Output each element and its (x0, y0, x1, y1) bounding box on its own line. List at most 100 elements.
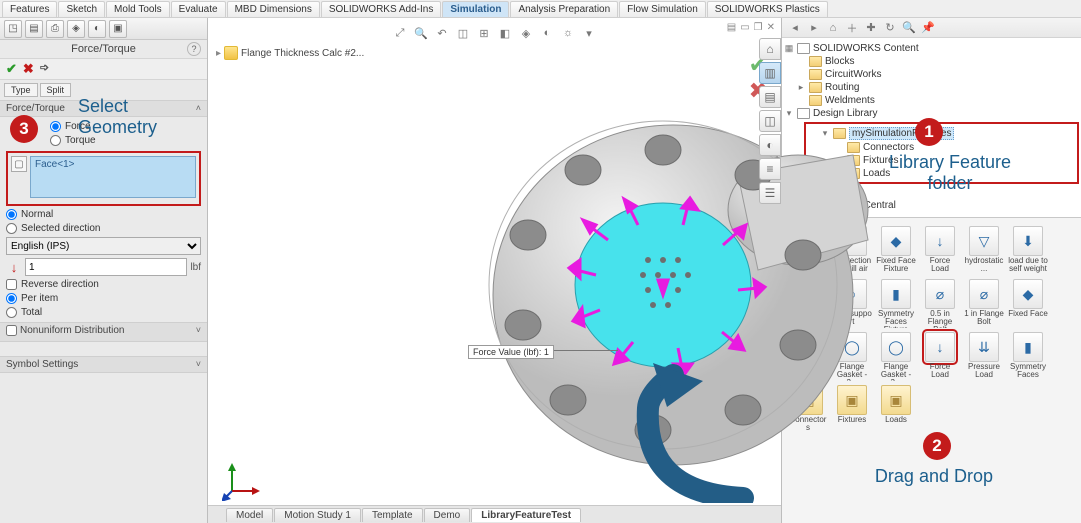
pm-tab-feature-icon[interactable]: ◳ (4, 20, 22, 38)
appearance-icon[interactable]: ◐ (538, 24, 556, 42)
lib-item-hydrostatic-[interactable]: ▽hydrostatic... (964, 226, 1004, 275)
tree-node-solidworks-content[interactable]: ▦SOLIDWORKS Content (784, 42, 1079, 55)
tab-simulation[interactable]: Simulation (442, 1, 509, 17)
graphics-viewport[interactable]: ▤ ▭ ❐ ✕ ⤢ 🔍 ↶ ◫ ⊞ ◧ ◈ ◐ ☼ ▾ ▸ Flange Thi… (208, 0, 781, 523)
tab-mold-tools[interactable]: Mold Tools (106, 1, 170, 17)
sidetab-view-palette-icon[interactable]: ◫ (759, 110, 781, 132)
hide-show-icon[interactable]: ◈ (517, 24, 535, 42)
zoom-area-icon[interactable]: 🔍 (412, 24, 430, 42)
sidetab-forum-icon[interactable]: ☰ (759, 182, 781, 204)
annotation-text-1: Library Feature folder (889, 152, 1011, 193)
bottom-tab-motion-study-1[interactable]: Motion Study 1 (274, 508, 361, 522)
sidetab-resources-icon[interactable]: ⌂ (759, 38, 781, 60)
tab-features[interactable]: Features (2, 1, 57, 17)
lib-item-force-load[interactable]: ↓Force Load (920, 226, 960, 275)
units-row: English (IPS) (6, 237, 201, 255)
help-icon[interactable]: ? (187, 42, 201, 56)
view-triad-icon[interactable] (222, 461, 262, 501)
breadcrumb[interactable]: ▸ Flange Thickness Calc #2... (216, 46, 364, 60)
lib-item-force-load[interactable]: ↓Force Load (920, 332, 960, 381)
pm-tab-appearance-icon[interactable]: ◐ (88, 20, 106, 38)
per-item-radio[interactable]: Per item (6, 293, 201, 304)
part-icon (224, 46, 238, 60)
zoom-fit-icon[interactable]: ⤢ (391, 24, 409, 42)
label-leader (548, 350, 618, 351)
pushpin-icon[interactable]: ➩ (40, 61, 49, 77)
annotation-circle-3: 3 (10, 115, 38, 143)
lib-pin-icon[interactable]: 📌 (920, 20, 936, 36)
annotation-text-2: Drag and Drop (875, 466, 993, 487)
doc-menu-icon[interactable]: ▤ (727, 22, 736, 33)
lib-add-folder-icon[interactable]: ＋ (844, 20, 860, 36)
lib-fwd-icon[interactable]: ▸ (806, 20, 822, 36)
tab-analysis-preparation[interactable]: Analysis Preparation (510, 1, 618, 17)
type-button[interactable]: Type (4, 83, 38, 97)
sidetab-file-explorer-icon[interactable]: ▤ (759, 86, 781, 108)
cancel-button[interactable]: ✖ (23, 61, 34, 77)
annotation-circle-2: 2 (923, 432, 951, 460)
pm-tab-dim-icon[interactable]: ◈ (67, 20, 85, 38)
pm-ok-row: ✔ ✖ ➩ (0, 58, 207, 80)
symbol-settings-header[interactable]: Symbol Settings˅ (0, 356, 207, 373)
lib-item-1-in-flange-bolt[interactable]: ⌀1 in Flange Bolt (964, 279, 1004, 328)
pm-tab-config-icon[interactable]: ⎙ (46, 20, 64, 38)
ok-button[interactable]: ✔ (6, 61, 17, 77)
geometry-selection-highlight: ▢ Face<1> (6, 151, 201, 206)
nonuniform-header[interactable]: Nonuniform Distribution˅ (0, 322, 207, 342)
force-value-input[interactable] (25, 258, 187, 276)
scene-icon[interactable]: ☼ (559, 24, 577, 42)
face-select-icon[interactable]: ▢ (11, 156, 27, 172)
bottom-tab-template[interactable]: Template (362, 508, 423, 522)
sidetab-appearances-icon[interactable]: ◐ (759, 134, 781, 156)
lib-add-file-icon[interactable]: ✚ (863, 20, 879, 36)
bottom-tab-demo[interactable]: Demo (424, 508, 471, 522)
lib-item-pressure-load[interactable]: ⇊Pressure Load (964, 332, 1004, 381)
display-style-icon[interactable]: ◧ (496, 24, 514, 42)
normal-radio[interactable]: Normal (6, 209, 201, 220)
doc-max-icon[interactable]: ❐ (754, 22, 763, 33)
lib-item-0-5-in-flange-bolt[interactable]: ⌀0.5 in Flange Bolt (920, 279, 960, 328)
lib-back-icon[interactable]: ◂ (787, 20, 803, 36)
property-manager: ◳ ▤ ⎙ ◈ ◐ ▣ Force/Torque ? ✔ ✖ ➩ Type Sp… (0, 0, 208, 523)
prev-view-icon[interactable]: ↶ (433, 24, 451, 42)
pm-tab-extra-icon[interactable]: ▣ (109, 20, 127, 38)
lib-search-icon[interactable]: 🔍 (901, 20, 917, 36)
selected-direction-radio[interactable]: Selected direction (6, 223, 201, 234)
total-radio[interactable]: Total (6, 307, 201, 318)
force-arrow-icon: ↓ (6, 259, 22, 275)
bottom-tab-libraryfeaturetest[interactable]: LibraryFeatureTest (471, 508, 581, 522)
tab-solidworks-add-ins[interactable]: SOLIDWORKS Add-Ins (321, 1, 441, 17)
force-value-row: ↓ lbf (6, 258, 201, 276)
annotation-circle-1: 1 (915, 118, 943, 146)
lib-refresh-icon[interactable]: ↻ (882, 20, 898, 36)
tab-sketch[interactable]: Sketch (58, 1, 105, 17)
section-view-icon[interactable]: ◫ (454, 24, 472, 42)
pm-title: Force/Torque ? (0, 40, 207, 58)
selected-faces-list[interactable]: Face<1> (30, 156, 196, 198)
sidetab-design-library-icon[interactable]: ▥ (759, 62, 781, 84)
lib-home-icon[interactable]: ⌂ (825, 20, 841, 36)
tab-mbd-dimensions[interactable]: MBD Dimensions (227, 1, 320, 17)
heads-up-toolbar: ⤢ 🔍 ↶ ◫ ⊞ ◧ ◈ ◐ ☼ ▾ (387, 22, 602, 44)
tree-node-blocks[interactable]: Blocks (784, 55, 1079, 68)
lib-item-symmetry-faces[interactable]: ▮Symmetry Faces (1008, 332, 1048, 381)
lib-item-fixed-face[interactable]: ◆Fixed Face (1008, 279, 1048, 328)
pm-tab-property-icon[interactable]: ▤ (25, 20, 43, 38)
view-orient-icon[interactable]: ⊞ (475, 24, 493, 42)
split-button[interactable]: Split (40, 83, 72, 97)
doc-window-controls: ▤ ▭ ❐ ✕ (727, 22, 775, 33)
annotation-text-3: Select Geometry (78, 96, 157, 137)
tab-flow-simulation[interactable]: Flow Simulation (619, 1, 706, 17)
pm-title-text: Force/Torque (71, 43, 136, 55)
view-settings-icon[interactable]: ▾ (580, 24, 598, 42)
doc-min-icon[interactable]: ▭ (740, 22, 749, 33)
force-unit-label: lbf (190, 262, 201, 273)
doc-close-icon[interactable]: ✕ (767, 22, 775, 33)
tab-solidworks-plastics[interactable]: SOLIDWORKS Plastics (707, 1, 828, 17)
tab-evaluate[interactable]: Evaluate (171, 1, 226, 17)
bottom-tab-model[interactable]: Model (226, 508, 273, 522)
reverse-direction-check[interactable]: Reverse direction (6, 279, 201, 290)
sidetab-custom-props-icon[interactable]: ≡ (759, 158, 781, 180)
lib-item-load-due-to-self-weight[interactable]: ⬇load due to self weight (1008, 226, 1048, 275)
units-select[interactable]: English (IPS) (6, 237, 201, 255)
